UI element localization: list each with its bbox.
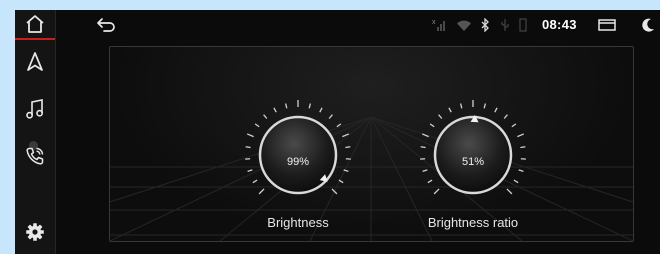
sidebar-item-home[interactable]: [15, 10, 55, 40]
dial-tick: [336, 123, 342, 128]
night-mode-icon[interactable]: [640, 17, 656, 33]
dial-tick: [429, 123, 435, 128]
dial-tick: [513, 179, 519, 184]
dial-tick: [511, 123, 517, 128]
dial-tick: [252, 179, 258, 184]
dial-tick: [459, 103, 463, 109]
navigation-icon: [27, 52, 43, 71]
dial-tick: [263, 114, 268, 119]
bluetooth-icon: [481, 18, 489, 32]
dial-tick: [308, 103, 312, 109]
dial-tick: [433, 188, 440, 195]
settings-icon: [26, 223, 44, 241]
sidebar-item-music[interactable]: [15, 87, 55, 131]
sd-card-icon: [519, 18, 527, 32]
dial-tick: [254, 123, 260, 128]
dial-tick: [342, 133, 350, 138]
dial-tick: [273, 107, 277, 113]
dial-tick: [338, 179, 344, 184]
dial-tick: [245, 146, 251, 149]
sidebar-item-phone[interactable]: [15, 134, 55, 178]
phone-icon: [26, 147, 44, 165]
window-icon: [598, 19, 616, 31]
dial-tick: [246, 133, 254, 138]
dial-tick: [284, 103, 288, 109]
dial-tick: [506, 188, 513, 195]
usb-icon: [501, 19, 509, 31]
dial-tick: [258, 188, 265, 195]
dial-value: 51%: [461, 156, 485, 168]
dial-tick: [247, 169, 253, 172]
dial-tick: [331, 188, 338, 195]
back-arrow-icon: [97, 18, 115, 32]
settings-panel: 99% Brightness 51% Brightness ratio: [109, 46, 634, 242]
head-unit-screen: x 08:43 99% Brightness 51% Brightness ra…: [15, 10, 660, 254]
dial-tick: [319, 107, 323, 113]
dial-tick: [427, 179, 433, 184]
dial-tick: [483, 103, 487, 109]
dial-label: Brightness: [267, 215, 329, 230]
back-button[interactable]: [96, 17, 118, 38]
signal-off-icon: x: [432, 19, 445, 31]
dial-tick: [345, 146, 351, 149]
dial-tick: [422, 169, 428, 172]
dial-tick: [517, 133, 525, 138]
brightness-ratio-dial[interactable]: 51% Brightness ratio: [413, 95, 533, 235]
dial-tick: [421, 133, 429, 138]
dial-tick: [503, 114, 508, 119]
dial-tick: [518, 169, 524, 172]
dial-tick: [494, 107, 498, 113]
home-icon: [26, 15, 44, 33]
sidebar-item-navigation[interactable]: [15, 40, 55, 84]
sidebar: [15, 10, 56, 254]
music-icon: [26, 99, 43, 119]
dial-tick: [343, 169, 349, 172]
floor-grid-background: [110, 116, 633, 241]
dial-tick: [448, 107, 452, 113]
dial-graphic: [245, 100, 351, 195]
dial-tick: [328, 114, 333, 119]
sidebar-item-settings[interactable]: [15, 210, 55, 254]
top-bar: x 08:43: [56, 10, 660, 40]
dial-tick: [520, 146, 526, 149]
dial-graphic: [420, 100, 526, 195]
svg-text:x: x: [432, 19, 436, 26]
dial-tick: [420, 146, 426, 149]
dial-label: Brightness ratio: [427, 215, 519, 230]
status-clock: 08:43: [542, 17, 577, 32]
dial-value: 99%: [286, 156, 310, 168]
dial-tick: [438, 114, 443, 119]
wifi-icon: [457, 20, 471, 31]
brightness-dial[interactable]: 99% Brightness: [238, 95, 358, 235]
